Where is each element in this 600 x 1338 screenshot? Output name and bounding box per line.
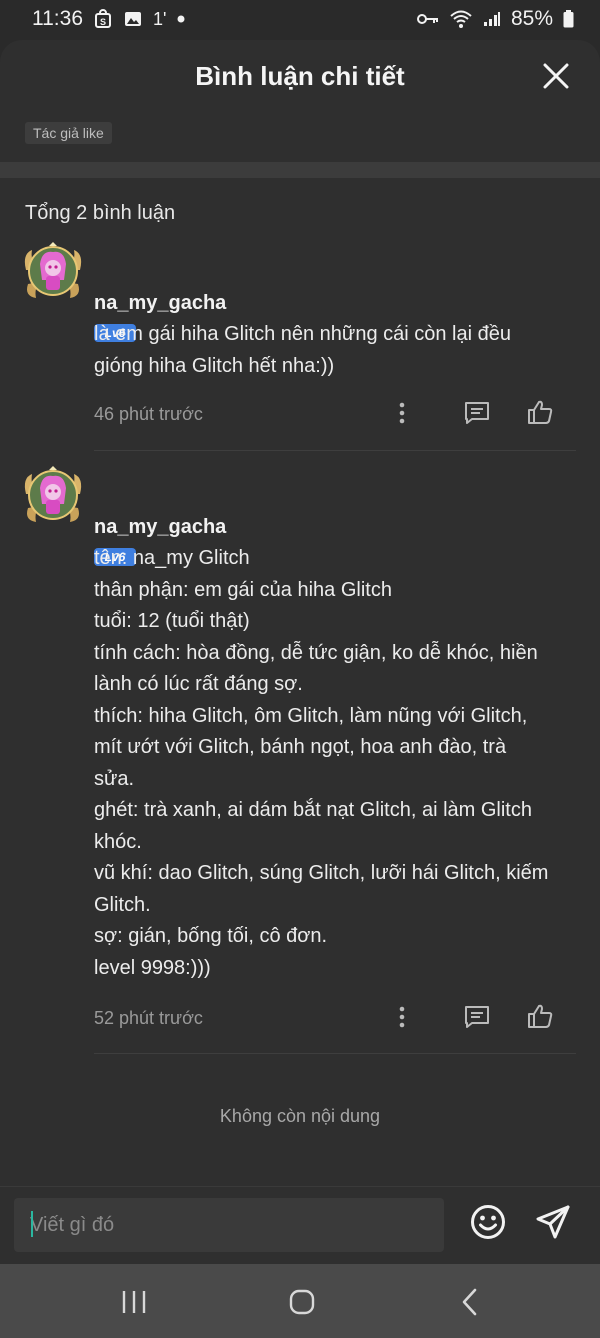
emoji-button[interactable]	[466, 1200, 510, 1244]
battery-icon	[563, 10, 574, 28]
more-button[interactable]	[385, 1000, 419, 1034]
sheet-header: Bình luận chi tiết	[0, 40, 600, 112]
home-icon	[289, 1289, 315, 1315]
comment-line: level 9998:)))	[94, 956, 211, 979]
comment-line: gióng hiha Glitch hết nha:))	[94, 354, 335, 377]
close-icon	[543, 63, 569, 89]
wifi-icon	[449, 9, 473, 29]
comment-input[interactable]	[14, 1198, 444, 1252]
close-button[interactable]	[540, 60, 572, 92]
notification-count: 1 '	[153, 8, 167, 29]
comment-time: 46 phút trước	[94, 404, 203, 424]
comment-count: Tổng 2 bình luận	[25, 202, 176, 224]
like-button[interactable]	[523, 395, 557, 429]
more-icon	[399, 402, 405, 424]
dot-icon	[176, 14, 186, 24]
comment-line: vũ khí: dao Glitch, súng Glitch, lưỡi há…	[94, 862, 549, 884]
reply-icon	[465, 402, 489, 424]
signal-icon	[483, 11, 501, 27]
comment-line: tên: na_my Glitch	[94, 547, 250, 569]
back-icon	[462, 1288, 477, 1316]
username[interactable]: na_my_gacha	[94, 292, 226, 315]
more-button[interactable]	[385, 396, 419, 430]
like-button[interactable]	[523, 999, 557, 1033]
comment-sheet: Bình luận chi tiết Tác giả like Tổng 2 b…	[0, 40, 600, 1264]
comment-line: sợ: gián, bống tối, cô đơn.	[94, 925, 328, 947]
comment-divider	[94, 450, 576, 451]
like-icon	[528, 1004, 553, 1028]
system-nav-bar	[0, 1264, 600, 1338]
comment-line: tính cách: hòa đồng, dễ tức giận, ko dễ …	[94, 641, 538, 664]
avatar[interactable]	[22, 464, 84, 526]
text-cursor	[31, 1211, 33, 1237]
battery-percent: 85%	[510, 7, 553, 30]
status-time: 11:36	[32, 7, 83, 30]
avatar[interactable]	[22, 240, 84, 302]
like-icon	[528, 400, 553, 424]
comment-text: là em gái hiha Glitch nên những cái còn …	[94, 319, 580, 382]
page-title: Bình luận chi tiết	[195, 60, 405, 91]
comment-line: thân phận: em gái của hiha Glitch	[94, 578, 392, 601]
comment-time: 52 phút trước	[94, 1008, 203, 1028]
gallery-icon	[123, 9, 143, 29]
comment-line: Glitch.	[94, 893, 151, 916]
key-icon	[416, 12, 439, 26]
more-icon	[399, 1006, 405, 1028]
back-button[interactable]	[450, 1286, 490, 1318]
comment-line: khóc.	[94, 830, 142, 853]
recents-icon	[122, 1291, 146, 1313]
comment-line: thích: hiha Glitch, ôm Glitch, làm nũng …	[94, 704, 528, 727]
end-of-list-label: Không còn nội dung	[219, 1106, 381, 1126]
status-bar: 11:36 S 1 ' 85%	[0, 0, 600, 38]
svg-text:S: S	[100, 17, 106, 27]
reply-button[interactable]	[460, 1000, 494, 1034]
comment-line: lành có lúc rất đáng sợ.	[94, 673, 303, 695]
comment-line: mít ướt với Glitch, bánh ngọt, hoa anh đ…	[94, 736, 507, 758]
send-button[interactable]	[531, 1200, 575, 1244]
comment-line: ghét: trà xanh, ai dám bắt nạt Glitch, a…	[94, 799, 532, 821]
comment-divider	[94, 1053, 576, 1054]
shopping-bag-icon: S	[93, 9, 113, 29]
reply-icon	[465, 1006, 489, 1028]
comment-input-bar	[0, 1186, 600, 1264]
username[interactable]: na_my_gacha	[94, 516, 226, 539]
comment-line: tuổi: 12 (tuổi thật)	[94, 610, 250, 632]
reply-button[interactable]	[460, 396, 494, 430]
emoji-icon	[471, 1205, 505, 1239]
recents-button[interactable]	[114, 1286, 154, 1318]
section-divider	[0, 162, 600, 178]
send-icon	[536, 1205, 570, 1239]
comment-line: là em gái hiha Glitch nên những cái còn …	[94, 323, 511, 345]
comment-text: tên: na_my Glitch thân phận: em gái của …	[94, 543, 580, 984]
author-like-chip[interactable]: Tác giả like	[25, 122, 112, 144]
comment-line: sửa.	[94, 767, 135, 790]
home-button[interactable]	[282, 1286, 322, 1318]
